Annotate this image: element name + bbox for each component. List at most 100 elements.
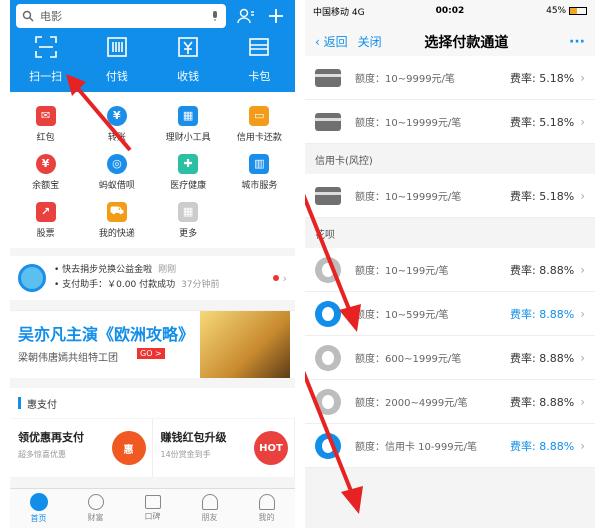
credit-card-icon — [315, 68, 341, 87]
search-bar[interactable]: 电影 — [16, 4, 226, 28]
channel-row[interactable]: 额度：10~19999元/笔 费率: 5.18% › — [305, 174, 595, 218]
promo-cards: 领优惠再支付 超多惊喜优惠 惠 赚钱红包升级 14份赏金到手 HOT — [10, 419, 295, 477]
huabei-icon — [315, 256, 341, 283]
payment-channel-screen: 中国移动 4G 00:02 45% ‹ 返回 关闭 选择付款通道 ··· 额度：… — [305, 0, 595, 528]
card-wallet-button[interactable]: 卡包 — [224, 36, 295, 84]
channel-quota: 额度：10~19999元/笔 — [355, 192, 462, 203]
top-header: 电影 扫一扫 付钱 收钱 卡包 — [10, 0, 295, 92]
channel-list: 额度：10~9999元/笔 费率: 5.18% › 额度：10~19999元/笔 费率:… — [305, 56, 595, 468]
card-wallet-icon — [248, 36, 270, 62]
huabei-icon — [315, 344, 341, 371]
tab-profile[interactable]: 我的 — [238, 489, 295, 528]
calculator-icon: ▦ — [178, 105, 199, 126]
channel-row[interactable]: 额度：10~9999元/笔 费率: 5.18% › — [305, 56, 595, 100]
channel-quota: 额度：2000~4999元/笔 — [355, 398, 468, 409]
tab-koubei[interactable]: 口碑 — [124, 489, 181, 528]
grid-item-delivery[interactable]: ⛟ 我的快递 — [81, 198, 152, 242]
wealth-icon — [87, 494, 104, 510]
alipay-home-screen: 电影 扫一扫 付钱 收钱 卡包 ✉ 红包 ¥ 转账 ▦ 理财小工具 ▭ 信用卡还… — [10, 0, 295, 528]
chevron-right-icon: › — [580, 188, 585, 203]
chevron-right-icon: › — [580, 306, 585, 321]
more-icon[interactable]: ··· — [569, 34, 585, 50]
search-icon — [22, 7, 34, 26]
grid-item-credit-card-repay[interactable]: ▭ 信用卡还款 — [224, 102, 295, 146]
channel-quota: 额度：10~199元/笔 — [355, 266, 449, 277]
channel-row[interactable]: 额度：600~1999元/笔 费率: 8.88% › — [305, 336, 595, 380]
credit-card-icon — [315, 186, 341, 205]
grid-item-city-services[interactable]: ▥ 城市服务 — [224, 150, 295, 194]
close-button[interactable]: 关闭 — [358, 33, 382, 50]
banner-photo — [200, 311, 290, 378]
add-icon[interactable] — [264, 4, 288, 28]
microphone-icon[interactable] — [210, 7, 220, 26]
yuebao-icon: ¥ — [35, 153, 56, 174]
clock: 00:02 — [435, 6, 465, 16]
profile-icon — [258, 494, 275, 510]
banner-title: 吴亦凡主演《欧洲攻略》 — [18, 325, 195, 344]
channel-quota: 额度：600~1999元/笔 — [355, 354, 462, 365]
receive-icon — [177, 36, 199, 62]
status-bar: 中国移动 4G 00:02 45% — [305, 0, 595, 22]
tab-home[interactable]: 首页 — [10, 489, 67, 528]
battery-icon — [568, 6, 587, 15]
tab-wealth[interactable]: 财富 — [67, 489, 124, 528]
grid-item-stocks[interactable]: ↗ 股票 — [10, 198, 81, 242]
group-header: 花呗 — [315, 229, 335, 241]
chevron-right-icon: › — [580, 114, 585, 129]
search-input[interactable]: 电影 — [40, 8, 210, 24]
channel-row[interactable]: 额度：2000~4999元/笔 费率: 8.88% › — [305, 380, 595, 424]
channel-row[interactable]: 额度：信用卡 10-999元/笔 费率: 8.88% › — [305, 424, 595, 468]
huabei-icon — [315, 388, 341, 415]
channel-quota: 额度：信用卡 10-999元/笔 — [355, 442, 477, 453]
carrier-label: 中国移动 4G — [313, 7, 365, 18]
notification-bar[interactable]: • 快去捐步兑换公益金啦 刚刚 • 支付助手：￥0.00 付款成功 37分钟前 › — [10, 256, 295, 300]
grid-item-finance-tools[interactable]: ▦ 理财小工具 — [153, 102, 224, 146]
channel-rate: 费率: 8.88% — [510, 263, 575, 277]
back-button[interactable]: ‹ 返回 — [315, 33, 348, 50]
grid-item-health[interactable]: ✚ 医疗健康 — [153, 150, 224, 194]
scan-button[interactable]: 扫一扫 — [10, 36, 81, 84]
channel-rate: 费率: 5.18% — [510, 115, 575, 129]
channel-rate: 费率: 5.18% — [510, 71, 575, 85]
channel-rate: 费率: 8.88% — [510, 395, 575, 409]
chevron-right-icon: › — [580, 438, 585, 453]
channel-quota: 额度：10~9999元/笔 — [355, 74, 455, 85]
banner-subtitle: 梁朝伟唐嫣共组特工团 — [18, 353, 118, 364]
grid-item-red-packet[interactable]: ✉ 红包 — [10, 102, 81, 146]
channel-rate: 费率: 5.18% — [510, 189, 575, 203]
promo-card-discount[interactable]: 领优惠再支付 超多惊喜优惠 惠 — [10, 419, 153, 477]
grid-item-yuebao[interactable]: ¥ 余额宝 — [10, 150, 81, 194]
grid-item-jiebei[interactable]: ◎ 蚂蚁借呗 — [81, 150, 152, 194]
red-packet-icon: ✉ — [35, 105, 56, 126]
koubei-icon — [144, 495, 161, 509]
mascot-icon — [18, 264, 46, 292]
tab-friends[interactable]: 朋友 — [181, 489, 238, 528]
section-title: 惠支付 — [27, 399, 57, 411]
discount-badge-icon: 惠 — [111, 431, 146, 465]
contacts-icon[interactable] — [234, 4, 258, 28]
stock-icon: ↗ — [35, 201, 56, 222]
promo-banner[interactable]: 吴亦凡主演《欧洲攻略》 梁朝伟唐嫣共组特工团 GO > — [10, 310, 295, 378]
huabei-icon — [315, 432, 341, 459]
group-header: 信用卡(风控) — [315, 155, 373, 167]
pay-icon — [106, 36, 128, 62]
channel-quota: 额度：10~19999元/笔 — [355, 118, 462, 129]
hot-badge-icon: HOT — [254, 431, 288, 465]
chevron-right-icon: › — [282, 271, 287, 285]
pay-button[interactable]: 付钱 — [81, 36, 152, 84]
home-icon — [29, 493, 48, 511]
channel-row[interactable]: 额度：10~19999元/笔 费率: 5.18% › — [305, 100, 595, 144]
banner-go-button[interactable]: GO > — [137, 348, 165, 359]
credit-card-icon — [315, 112, 341, 131]
receive-button[interactable]: 收钱 — [153, 36, 224, 84]
section-header: 惠支付 — [10, 388, 295, 418]
channel-row[interactable]: 额度：10~199元/笔 费率: 8.88% › — [305, 248, 595, 292]
chevron-right-icon: › — [580, 350, 585, 365]
channel-quota: 额度：10~599元/笔 — [355, 310, 449, 321]
grid-item-more[interactable]: ▦ 更多 — [153, 198, 224, 242]
channel-row[interactable]: 额度：10~599元/笔 费率: 8.88% › — [305, 292, 595, 336]
promo-card-hot[interactable]: 赚钱红包升级 14份赏金到手 HOT — [153, 419, 295, 477]
section-accent-bar — [18, 397, 21, 409]
grid-item-transfer[interactable]: ¥ 转账 — [81, 102, 152, 146]
delivery-icon: ⛟ — [106, 201, 127, 222]
